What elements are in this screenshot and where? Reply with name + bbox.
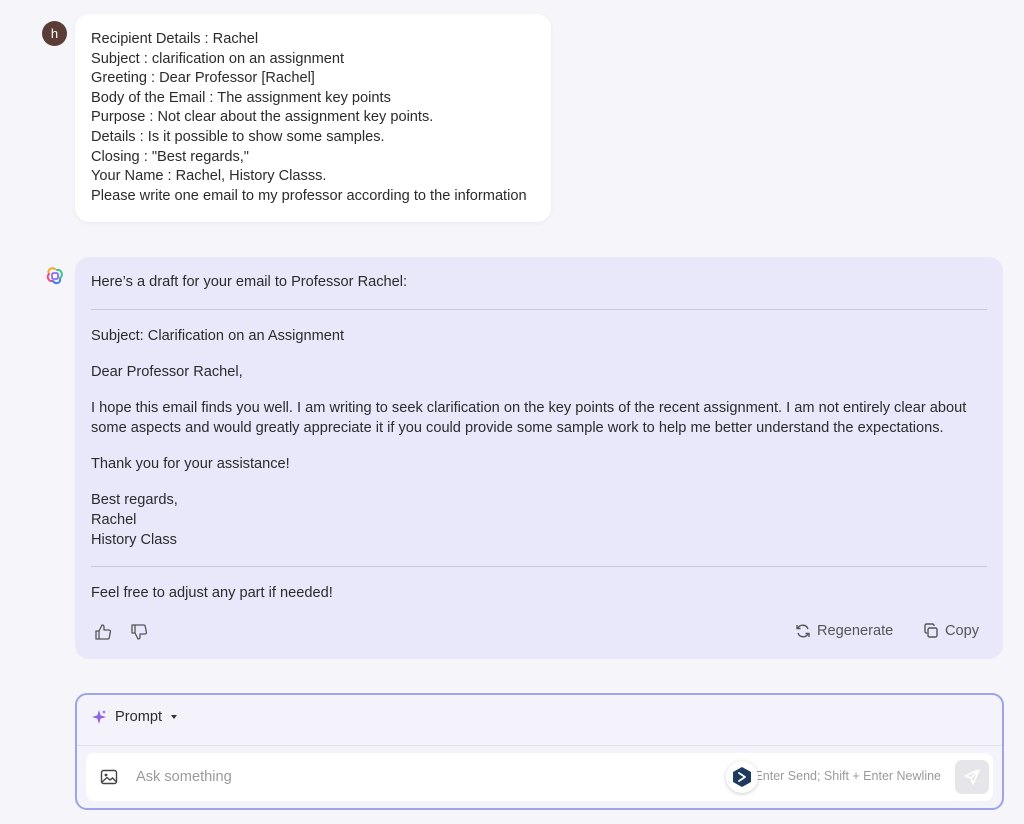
colorful-logo-icon <box>46 267 63 285</box>
regenerate-button[interactable]: Regenerate <box>795 623 893 639</box>
refresh-icon <box>796 624 810 638</box>
assistant-intro: Here’s a draft for your email to Profess… <box>91 274 408 290</box>
extension-logo-icon <box>733 767 751 787</box>
sparkle-icon <box>92 710 106 724</box>
user-message-line: Please write one email to my professor a… <box>91 187 527 204</box>
user-message-bubble: Recipient Details : Rachel Subject : cla… <box>75 14 551 222</box>
composer-input-area: Enter Send; Shift + Enter Newline <box>86 753 993 801</box>
assistant-message-bubble: Here’s a draft for your email to Profess… <box>75 257 1003 659</box>
composer-toolbar: Prompt <box>77 695 1002 746</box>
prompt-mode-label: Prompt <box>115 709 163 725</box>
user-message-line: Purpose : Not clear about the assignment… <box>91 109 434 126</box>
image-icon[interactable] <box>100 768 118 786</box>
prompt-mode-dropdown[interactable]: Prompt <box>91 709 178 725</box>
thumbs-down-button[interactable] <box>130 623 148 641</box>
copy-icon <box>924 623 938 638</box>
email-salutation: Dear Professor Rachel, <box>91 364 243 380</box>
email-subject: Subject: Clarification on an Assignment <box>91 328 345 344</box>
thumbs-up-icon <box>95 624 112 640</box>
assistant-footer-note: Feel free to adjust any part if needed! <box>91 585 333 601</box>
email-signature-class: History Class <box>91 532 177 548</box>
user-avatar: h <box>42 21 67 46</box>
email-closing: Best regards, <box>91 492 178 508</box>
divider <box>91 566 987 567</box>
regenerate-label: Regenerate <box>817 623 894 639</box>
copy-button[interactable]: Copy <box>923 623 979 639</box>
keyboard-hint: Enter Send; Shift + Enter Newline <box>754 769 941 783</box>
user-message-line: Recipient Details : Rachel <box>91 31 259 47</box>
user-message-line: Subject : clarification on an assignment <box>91 50 345 67</box>
copy-label: Copy <box>945 623 980 639</box>
user-message-line: Closing : "Best regards," <box>91 148 249 165</box>
prompt-input[interactable] <box>134 765 698 789</box>
user-message-line: Body of the Email : The assignment key p… <box>91 89 391 106</box>
send-button[interactable] <box>955 760 989 794</box>
user-message-line: Greeting : Dear Professor [Rachel] <box>91 70 315 87</box>
assistant-extension-badge[interactable] <box>726 761 758 793</box>
send-icon <box>964 769 980 785</box>
divider <box>91 309 987 310</box>
thumbs-up-button[interactable] <box>94 623 112 641</box>
user-message-line: Details : Is it possible to show some sa… <box>91 128 385 145</box>
email-thanks: Thank you for your assistance! <box>91 456 290 472</box>
prompt-composer: Prompt Enter Send; Shift + Enter Newline <box>75 693 1004 810</box>
email-signature-name: Rachel <box>91 512 137 528</box>
caret-down-icon <box>171 715 178 719</box>
email-body: I hope this email finds you well. I am w… <box>91 400 967 436</box>
user-message-line: Your Name : Rachel, History Classs. <box>91 168 327 185</box>
thumbs-down-icon <box>131 624 148 640</box>
